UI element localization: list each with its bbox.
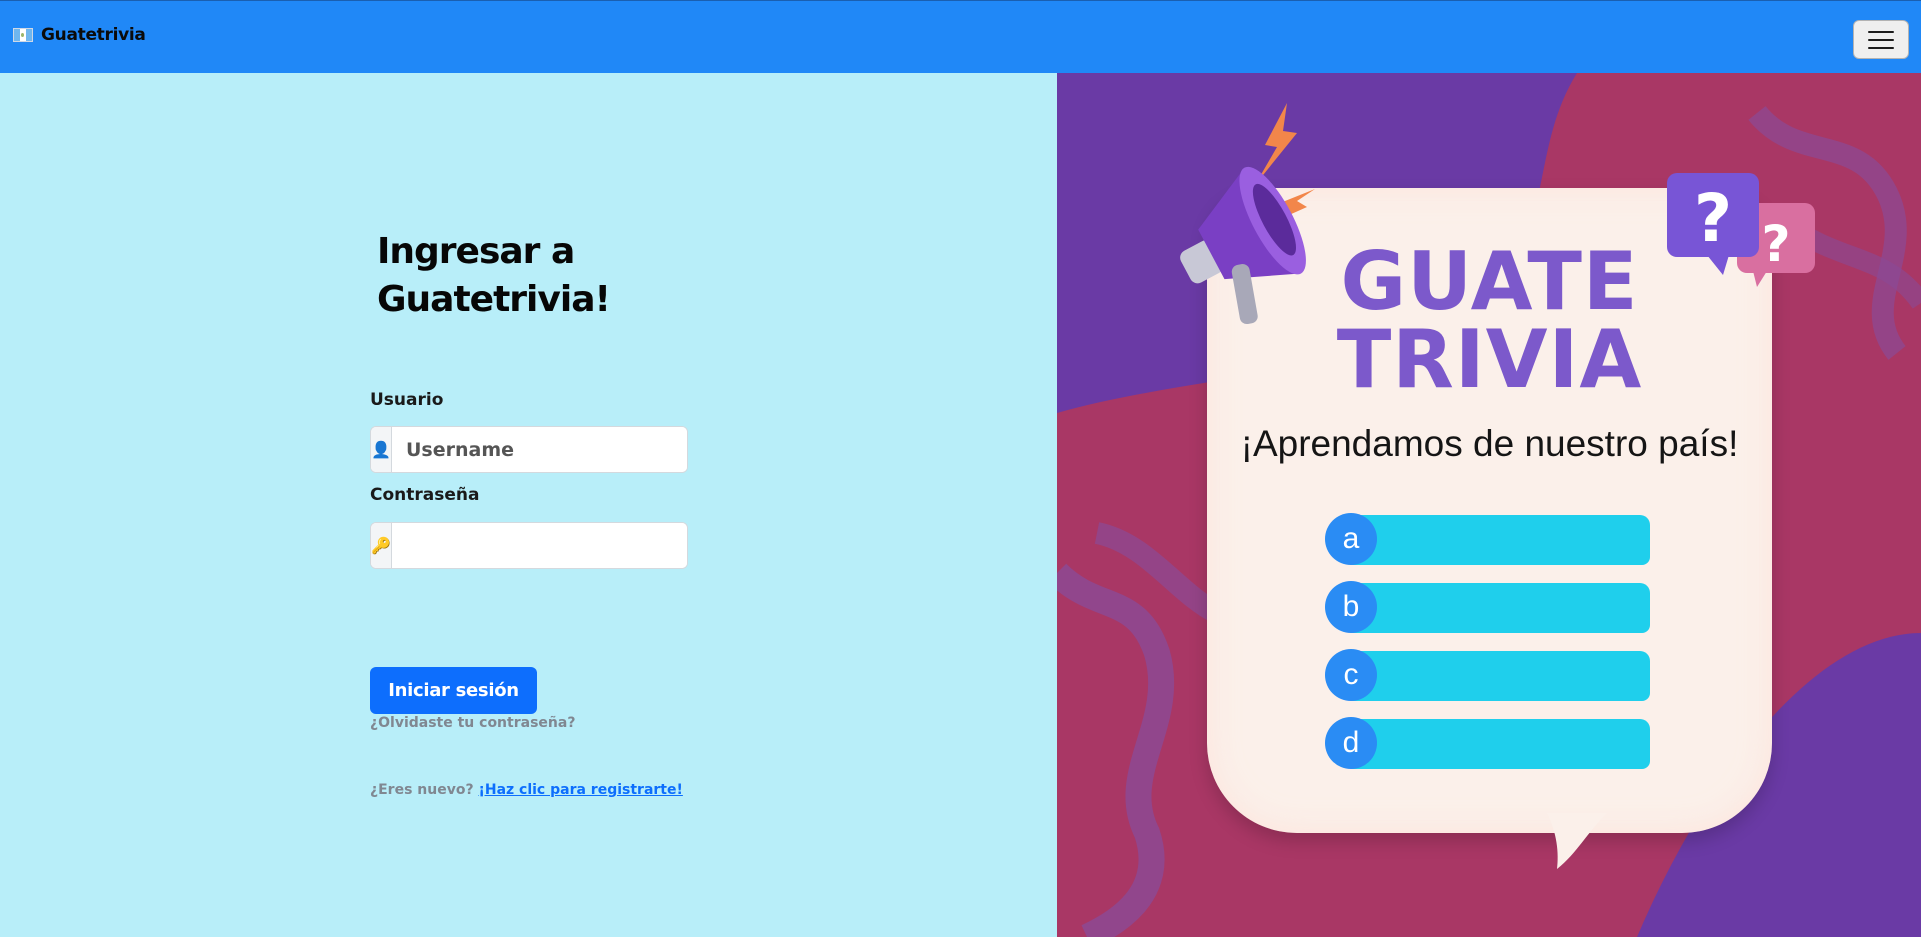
question-bubbles-icon: ? ? — [1667, 173, 1815, 287]
password-input-group: 🔑 — [370, 522, 688, 569]
user-icon: 👤 — [371, 427, 392, 472]
answer-option: a — [1325, 513, 1650, 565]
promo-subtitle: ¡Aprendamos de nuestro país! — [1240, 423, 1739, 464]
answer-letter: a — [1325, 513, 1377, 565]
navbar-toggler-button[interactable] — [1853, 20, 1909, 59]
hamburger-icon — [1868, 30, 1894, 33]
password-label: Contraseña — [370, 485, 480, 505]
login-heading: Ingresar a Guatetrivia! — [377, 231, 611, 320]
forgot-password-link[interactable]: ¿Olvidaste tu contraseña? — [370, 715, 575, 731]
password-input[interactable] — [392, 523, 687, 568]
key-icon: 🔑 — [371, 523, 392, 568]
promo-illustration: GUATE TRIVIA ¡Aprendamos de nuestro país… — [1057, 73, 1921, 937]
top-navbar: Guatetrivia — [0, 0, 1921, 73]
brand-link[interactable]: Guatetrivia — [13, 25, 146, 45]
answer-letter: d — [1325, 717, 1377, 769]
answer-bar — [1347, 583, 1650, 633]
guatemala-flag-icon — [13, 28, 33, 42]
username-input[interactable] — [392, 427, 687, 472]
answer-option: c — [1325, 649, 1650, 701]
register-prompt: ¿Eres nuevo? ¡Haz clic para registrarte! — [370, 782, 683, 798]
answer-bar — [1347, 515, 1650, 565]
brand-name[interactable]: Guatetrivia — [41, 25, 146, 45]
answer-letter: c — [1325, 649, 1377, 701]
register-link[interactable]: ¡Haz clic para registrarte! — [478, 782, 682, 798]
svg-text:?: ? — [1694, 180, 1732, 257]
answer-letter: b — [1325, 581, 1377, 633]
answer-option: d — [1325, 717, 1650, 769]
username-label: Usuario — [370, 390, 444, 410]
answer-option: b — [1325, 581, 1650, 633]
answer-bar — [1347, 651, 1650, 701]
login-pane: Ingresar a Guatetrivia! Usuario 👤 Contra… — [0, 73, 1057, 937]
new-user-text: ¿Eres nuevo? — [370, 782, 474, 798]
username-input-group: 👤 — [370, 426, 688, 473]
answer-bar — [1347, 719, 1650, 769]
megaphone-icon — [1180, 103, 1315, 325]
speech-bubble-tail — [1547, 813, 1607, 869]
svg-text:?: ? — [1761, 215, 1790, 273]
login-button[interactable]: Iniciar sesión — [370, 667, 537, 714]
